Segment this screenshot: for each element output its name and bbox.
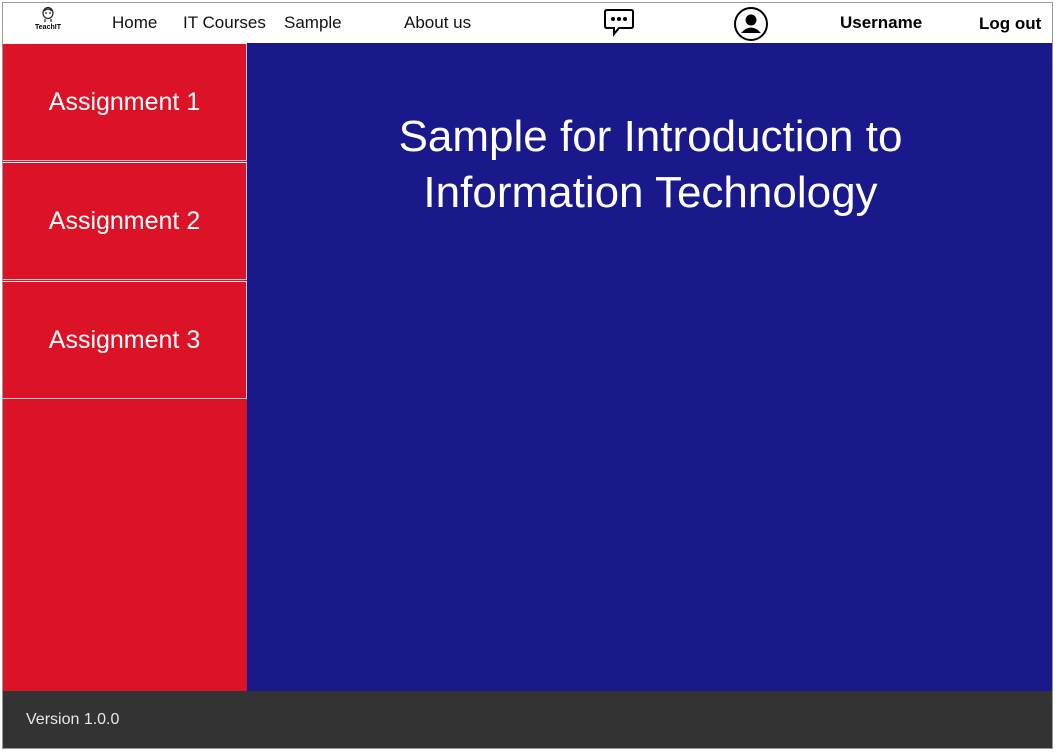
nav-it-courses[interactable]: IT Courses (183, 13, 266, 33)
sidebar-item-label: Assignment 1 (48, 87, 201, 116)
top-navigation-bar: TeachIT Home IT Courses Sample About us … (3, 3, 1052, 47)
main-content: Sample for Introduction to Information T… (247, 43, 1052, 691)
sidebar-item-assignment-3[interactable]: Assignment 3 (3, 281, 247, 399)
version-label: Version 1.0.0 (26, 711, 120, 728)
username-label: Username (840, 13, 923, 32)
nav-sample[interactable]: Sample (284, 13, 342, 33)
sidebar-item-assignment-1[interactable]: Assignment 1 (3, 43, 247, 161)
footer: Version 1.0.0 (3, 691, 1052, 748)
logo-icon (42, 7, 54, 22)
teachit-logo[interactable]: TeachIT (28, 7, 68, 39)
sidebar-item-assignment-2[interactable]: Assignment 2 (3, 162, 247, 280)
sidebar-item-label: Assignment 2 (48, 206, 201, 235)
app-window: TeachIT Home IT Courses Sample About us … (2, 2, 1053, 749)
logo-text: TeachIT (35, 24, 61, 31)
page-title: Sample for Introduction to Information T… (398, 112, 903, 217)
user-avatar-icon[interactable] (733, 6, 769, 47)
assignment-sidebar: Assignment 1 Assignment 2 Assignment 3 (3, 43, 247, 691)
sidebar-item-label: Assignment 3 (48, 325, 201, 354)
nav-about-us[interactable]: About us (404, 13, 471, 33)
logout-button[interactable]: Log out (979, 14, 1041, 34)
nav-home[interactable]: Home (112, 13, 157, 33)
chat-bubble-icon[interactable] (603, 7, 635, 42)
